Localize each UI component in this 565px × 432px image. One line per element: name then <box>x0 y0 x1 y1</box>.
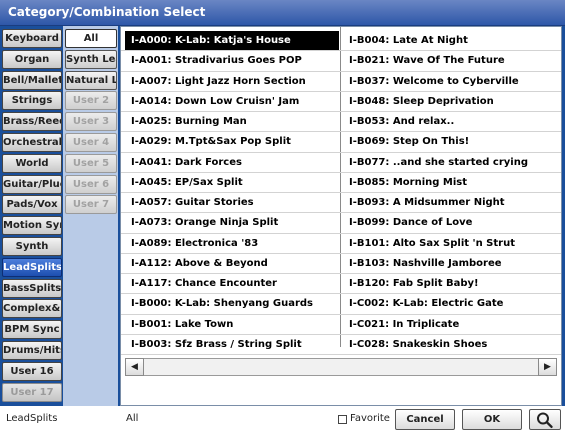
category-tab[interactable]: Strings <box>2 91 62 111</box>
list-item[interactable]: I-B069: Step On This! <box>343 132 559 151</box>
category-tab[interactable]: Keyboard <box>2 29 62 48</box>
list-item[interactable]: I-B101: Alto Sax Split 'n Strut <box>343 234 559 253</box>
list-item[interactable]: I-A000: K-Lab: Katja's House <box>125 31 339 50</box>
list-item[interactable]: I-B099: Dance of Love <box>343 213 559 232</box>
category-tab: User 17 <box>2 382 62 402</box>
subcategory-panel: AllSynth LeadNatural LeadUser 2User 3Use… <box>63 26 118 406</box>
category-tab[interactable]: Guitar/Pluck <box>2 174 62 194</box>
subcategory-button: User 6 <box>65 174 117 194</box>
list-item[interactable]: I-B053: And relax.. <box>343 112 559 131</box>
list-item[interactable]: I-A001: Stradivarius Goes POP <box>125 51 339 70</box>
list-item[interactable]: I-B120: Fab Split Baby! <box>343 274 559 293</box>
list-item[interactable]: I-C021: In Triplicate <box>343 315 559 334</box>
subcategory-button: User 5 <box>65 153 117 173</box>
row-divider <box>121 111 561 112</box>
row-divider <box>121 354 561 355</box>
row-divider <box>121 293 561 295</box>
list-item[interactable]: I-A025: Burning Man <box>125 112 339 131</box>
row-divider <box>121 171 561 173</box>
row-divider <box>121 333 561 335</box>
column-separator <box>340 27 341 347</box>
search-button[interactable] <box>529 409 561 430</box>
window-title-bar: Category/Combination Select <box>0 0 565 26</box>
ok-button[interactable]: OK <box>462 409 522 430</box>
row-divider <box>121 192 561 193</box>
subcategory-button[interactable]: All <box>65 29 117 48</box>
category-tab[interactable]: LeadSplits <box>2 257 62 277</box>
row-divider <box>121 273 561 274</box>
row-divider <box>121 131 561 133</box>
list-item[interactable]: I-C028: Snakeskin Shoes <box>343 335 559 354</box>
row-divider <box>121 232 561 234</box>
category-tab[interactable]: Pads/Vox <box>2 195 62 215</box>
row-divider <box>121 212 561 214</box>
list-item[interactable]: I-B085: Morning Mist <box>343 173 559 192</box>
row-divider <box>121 70 561 72</box>
list-item[interactable]: I-B037: Welcome to Cyberville <box>343 72 559 91</box>
subcategory-button: User 3 <box>65 112 117 132</box>
selected-subcategory-name: All <box>126 413 139 424</box>
scroll-right-icon[interactable]: ▶ <box>538 358 557 376</box>
window-title: Category/Combination Select <box>8 5 206 19</box>
selector-frame: Keyboard Organ Bell/Mallet Strings Brass/Ree… <box>0 26 565 406</box>
magnifier-icon <box>537 412 553 429</box>
category-tab[interactable]: Orchestral <box>2 133 62 152</box>
list-item[interactable]: I-A089: Electronica '83 <box>125 234 339 253</box>
list-item[interactable]: I-B048: Sleep Deprivation <box>343 92 559 111</box>
row-divider <box>121 313 561 315</box>
category-tab[interactable]: User 16 <box>2 361 62 381</box>
category-tab[interactable]: BPM Sync <box>2 320 62 340</box>
subcategory-button: User 2 <box>65 91 117 111</box>
list-item[interactable]: I-C002: K-Lab: Electric Gate <box>343 294 559 313</box>
list-item[interactable]: I-B103: Nashville Jamboree <box>343 254 559 273</box>
category-tab[interactable]: Complex&Fx <box>2 299 62 319</box>
subcategory-button[interactable]: Synth Lead <box>65 49 117 69</box>
list-item[interactable]: I-B077: ..and she started crying <box>343 153 559 172</box>
list-item[interactable]: I-B000: K-Lab: Shenyang Guards <box>125 294 339 313</box>
horizontal-scrollbar[interactable]: ◀ ▶ <box>125 358 557 376</box>
subcategory-button: User 4 <box>65 133 117 152</box>
list-item[interactable]: I-B001: Lake Town <box>125 315 339 334</box>
list-item[interactable]: I-A117: Chance Encounter <box>125 274 339 293</box>
scroll-left-icon[interactable]: ◀ <box>125 358 144 376</box>
cancel-button[interactable]: Cancel <box>395 409 455 430</box>
list-item[interactable]: I-B004: Late At Night <box>343 31 559 50</box>
subcategory-button: User 7 <box>65 195 117 215</box>
category-tab[interactable]: Motion Synth <box>2 216 62 236</box>
favorite-label: Favorite <box>350 413 390 424</box>
category-tab[interactable]: BassSplits <box>2 278 62 298</box>
list-item[interactable]: I-A045: EP/Sax Split <box>125 173 339 192</box>
row-divider <box>121 50 561 52</box>
row-divider <box>121 90 561 92</box>
list-item[interactable]: I-A041: Dark Forces <box>125 153 339 172</box>
list-item[interactable]: I-B093: A Midsummer Night <box>343 193 559 212</box>
favorite-checkbox[interactable] <box>338 415 347 424</box>
list-item[interactable]: I-A073: Orange Ninja Split <box>125 213 339 232</box>
row-divider <box>121 151 561 153</box>
status-bar: LeadSplits All Favorite Cancel OK <box>0 406 565 432</box>
list-item[interactable]: I-A057: Guitar Stories <box>125 193 339 212</box>
subcategory-button[interactable]: Natural Lead <box>65 70 117 90</box>
category-tab[interactable]: Synth <box>2 237 62 256</box>
category-tab[interactable]: Drums/Hits <box>2 341 62 360</box>
category-tab[interactable]: Brass/Reed <box>2 112 62 132</box>
category-tab[interactable]: World <box>2 153 62 173</box>
row-divider <box>121 252 561 254</box>
list-item[interactable]: I-A029: M.Tpt&Sax Pop Split <box>125 132 339 151</box>
category-tab[interactable]: Bell/Mallet <box>2 70 62 90</box>
selected-category-name: LeadSplits <box>6 413 58 424</box>
combination-list: ◀ ▶ I-A000: K-Lab: Katja's House I-A001: … <box>120 26 562 406</box>
list-item[interactable]: I-A007: Light Jazz Horn Section <box>125 72 339 91</box>
list-item[interactable]: I-A112: Above & Beyond <box>125 254 339 273</box>
list-item[interactable]: I-B021: Wave Of The Future <box>343 51 559 70</box>
list-item[interactable]: I-B003: Sfz Brass / String Split <box>125 335 339 354</box>
list-item[interactable]: I-A014: Down Low Cruisn' Jam <box>125 92 339 111</box>
category-tab[interactable]: Organ <box>2 49 62 69</box>
